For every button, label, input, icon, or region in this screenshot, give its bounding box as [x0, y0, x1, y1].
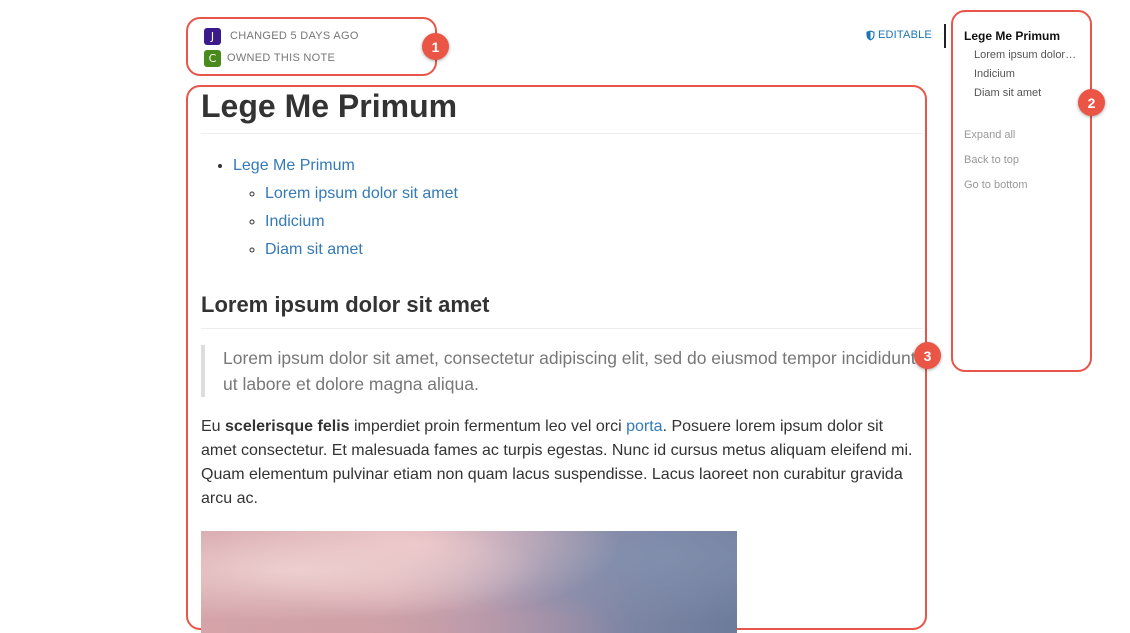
toc-link-top[interactable]: Lege Me Primum [233, 157, 355, 174]
sidebar-divider [944, 24, 946, 48]
blockquote: Lorem ipsum dolor sit amet, consectetur … [201, 345, 923, 397]
toc-sidebar: Lege Me Primum Lorem ipsum dolor sit ame… [964, 28, 1082, 193]
changed-row: J CHANGED 5 DAYS AGO [204, 27, 359, 45]
editable-permission-button[interactable]: EDITABLE [866, 29, 932, 41]
toc-item: Diam sit amet [265, 238, 923, 262]
annotation-badge-1: 1 [422, 33, 449, 60]
section-heading: Lorem ipsum dolor sit amet [201, 290, 923, 329]
toc-link[interactable]: Lorem ipsum dolor sit amet [265, 185, 458, 202]
toc-link[interactable]: Indicium [265, 213, 325, 230]
body-paragraph: Eu scelerisque felis imperdiet proin fer… [201, 415, 923, 511]
annotation-badge-3: 3 [914, 342, 941, 369]
owner-label: OWNED THIS NOTE [227, 52, 336, 64]
back-to-top-link[interactable]: Back to top [964, 152, 1082, 168]
porta-link[interactable]: porta [626, 418, 662, 435]
sidebar-toc-title[interactable]: Lege Me Primum [964, 28, 1082, 44]
go-to-bottom-link[interactable]: Go to bottom [964, 177, 1082, 193]
bold-text: scelerisque felis [225, 418, 350, 435]
editable-label: EDITABLE [878, 29, 932, 41]
shield-icon [866, 30, 875, 40]
toc-item: Lorem ipsum dolor sit amet [265, 182, 923, 206]
sidebar-toc-item[interactable]: Indicium [974, 66, 1078, 82]
changed-label: CHANGED 5 DAYS AGO [230, 30, 359, 42]
paragraph-text: imperdiet proin fermentum leo vel orci [349, 418, 627, 435]
avatar[interactable]: J [204, 27, 221, 45]
toc-item: Indicium [265, 210, 923, 234]
toc-link[interactable]: Diam sit amet [265, 241, 363, 258]
expand-all-link[interactable]: Expand all [964, 127, 1082, 143]
page-title: Lege Me Primum [201, 86, 923, 134]
toc-item: Lege Me Primum Lorem ipsum dolor sit ame… [233, 154, 923, 262]
avatar[interactable]: C [204, 49, 221, 67]
sidebar-toc-item[interactable]: Lorem ipsum dolor sit amet [974, 47, 1078, 63]
sky-image [201, 531, 737, 633]
sidebar-toc-item[interactable]: Diam sit amet [974, 85, 1078, 101]
note-meta: J CHANGED 5 DAYS AGO C OWNED THIS NOTE [204, 27, 359, 71]
table-of-contents: Lege Me Primum Lorem ipsum dolor sit ame… [201, 154, 923, 262]
annotation-badge-2: 2 [1078, 89, 1105, 116]
note-content: Lege Me Primum Lege Me Primum Lorem ipsu… [201, 86, 923, 633]
owner-row: C OWNED THIS NOTE [204, 49, 359, 67]
paragraph-text: Eu [201, 418, 226, 435]
